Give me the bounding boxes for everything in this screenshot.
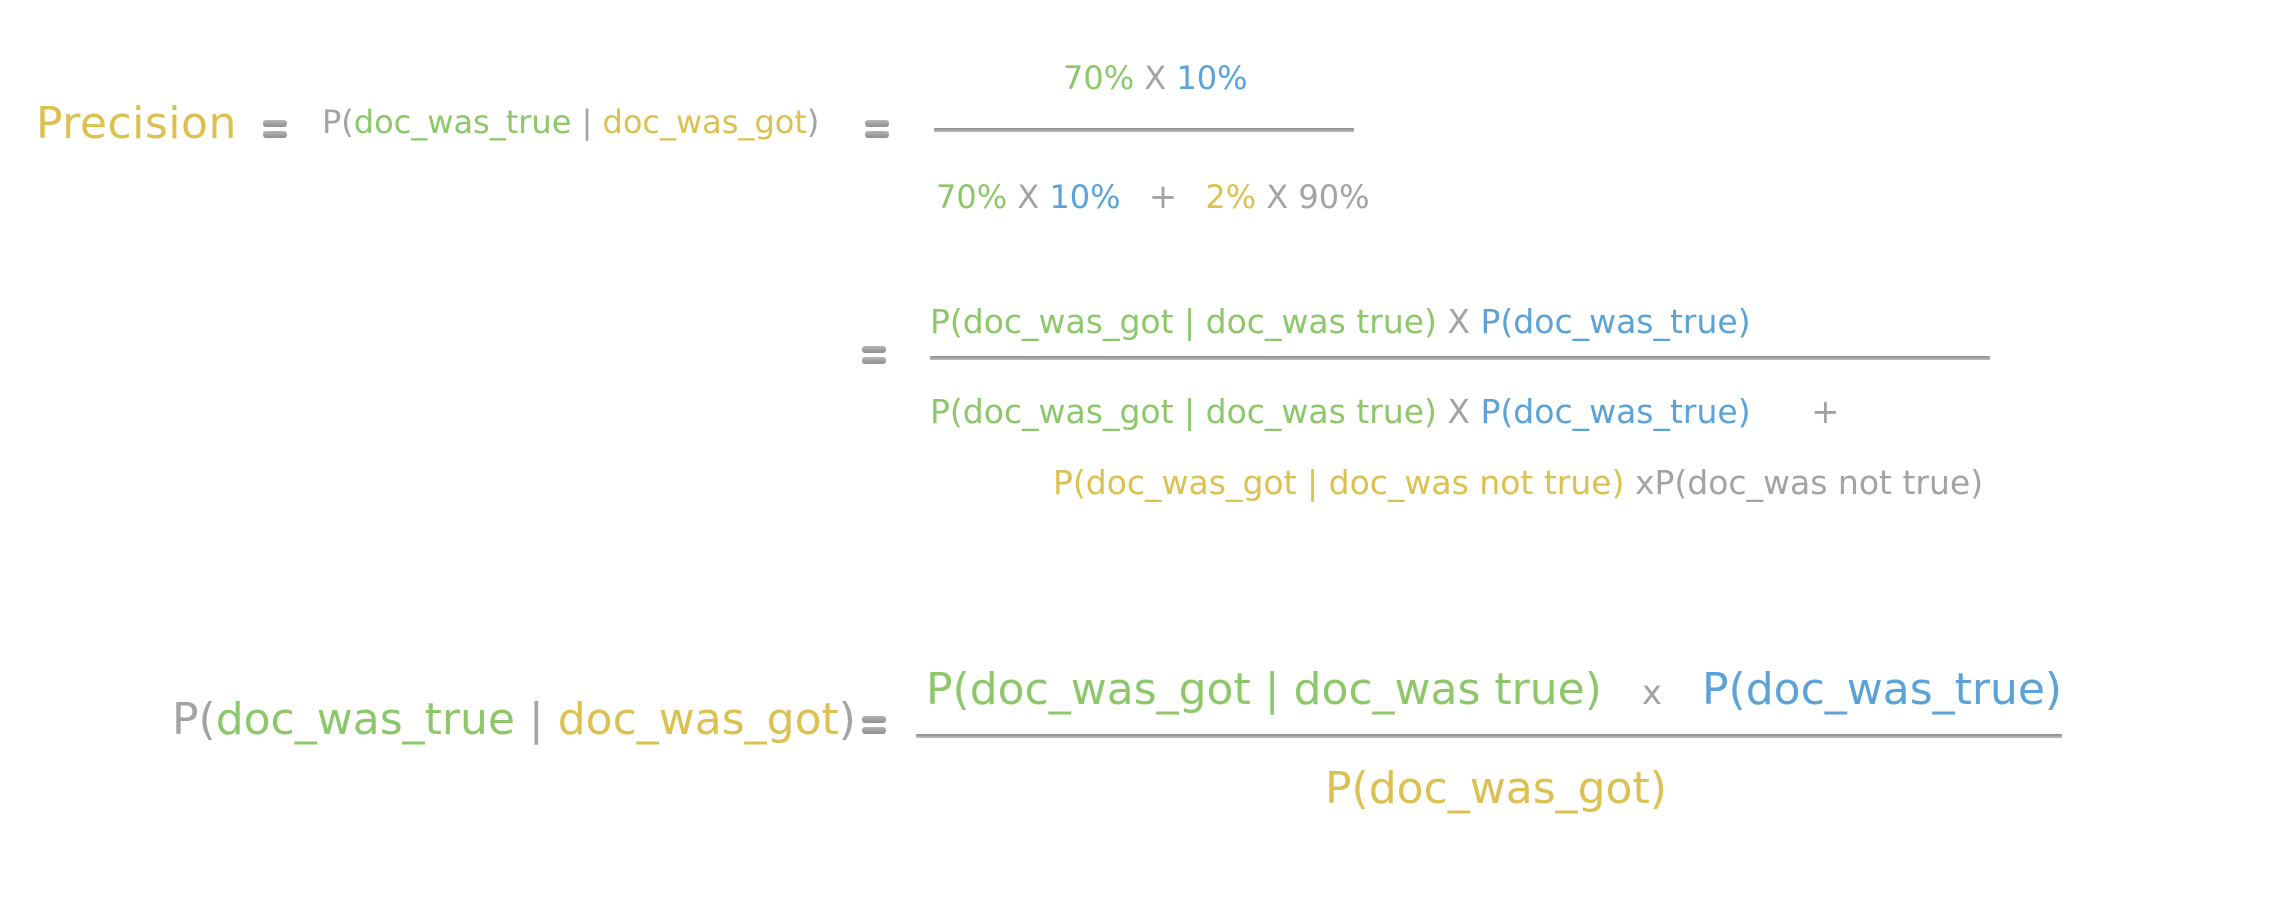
p-close: ) (806, 103, 820, 141)
precision-label: Precision (36, 98, 237, 149)
likelihood-term: P(doc_was_got | doc_was true) (930, 392, 1437, 431)
expanded-denominator-line2: P(doc_was_got | doc_was not true) xP(doc… (1053, 466, 1983, 499)
bayes-numerator: P(doc_was_got | doc_was true) x P(doc_wa… (926, 668, 2062, 712)
expanded-denominator-line1: P(doc_was_got | doc_was true) X P(doc_wa… (930, 395, 1840, 429)
times-sign: X (1447, 302, 1471, 341)
equals-sign (865, 120, 889, 140)
plus-sign: + (1148, 177, 1178, 217)
conditional-probability: P(doc_was_true | doc_was_got) (322, 106, 819, 138)
times-sign: X (1447, 392, 1471, 431)
times-sign: x (1634, 463, 1655, 502)
likelihood-term: P(doc_was_got | doc_was true) (930, 302, 1437, 341)
evidence-term: P(doc_was_got) (1325, 763, 1667, 814)
plus-sign: + (1811, 392, 1840, 432)
times-sign: X (1144, 59, 1167, 97)
equals-sign (263, 120, 287, 140)
p-close: ) (838, 694, 856, 745)
false-likelihood-term: P(doc_was_got | doc_was not true) (1053, 463, 1625, 502)
fraction-bar (934, 128, 1354, 132)
given-bar: | (571, 103, 603, 141)
equals-sign (862, 346, 886, 366)
prior-term: P(doc_was_true) (1702, 664, 2063, 715)
equals-sign (862, 716, 886, 736)
prior-term: P(doc_was_true) (1480, 392, 1751, 431)
numeric-numerator: 70% X 10% (1063, 62, 1248, 94)
likelihood-term: P(doc_was_got | doc_was true) (926, 664, 1602, 715)
given-bar: | (514, 694, 558, 745)
p-open: P( (172, 694, 216, 745)
condition-term: doc_was_got (557, 694, 839, 745)
fraction-bar (916, 734, 2062, 738)
prior-rate: 10% (1176, 59, 1248, 97)
times-sign: X (1266, 178, 1289, 216)
prior-rate: 10% (1049, 178, 1121, 216)
times-sign: x (1641, 673, 1663, 713)
true-positive-rate: 70% (1063, 59, 1135, 97)
event-term: doc_was_true (353, 103, 572, 141)
times-sign: X (1017, 178, 1040, 216)
false-positive-rate: 2% (1205, 178, 1257, 216)
true-positive-rate: 70% (936, 178, 1008, 216)
p-open: P( (322, 103, 354, 141)
numeric-denominator: 70% X 10% + 2% X 90% (936, 180, 1370, 214)
condition-term: doc_was_got (602, 103, 807, 141)
not-prior-term: P(doc_was not true) (1654, 463, 1984, 502)
not-prior-rate: 90% (1298, 178, 1370, 216)
fraction-bar (930, 356, 1990, 360)
expanded-numerator: P(doc_was_got | doc_was true) X P(doc_wa… (930, 305, 1751, 338)
posterior-probability: P(doc_was_true | doc_was_got) (172, 698, 856, 742)
event-term: doc_was_true (215, 694, 515, 745)
prior-term: P(doc_was_true) (1480, 302, 1751, 341)
